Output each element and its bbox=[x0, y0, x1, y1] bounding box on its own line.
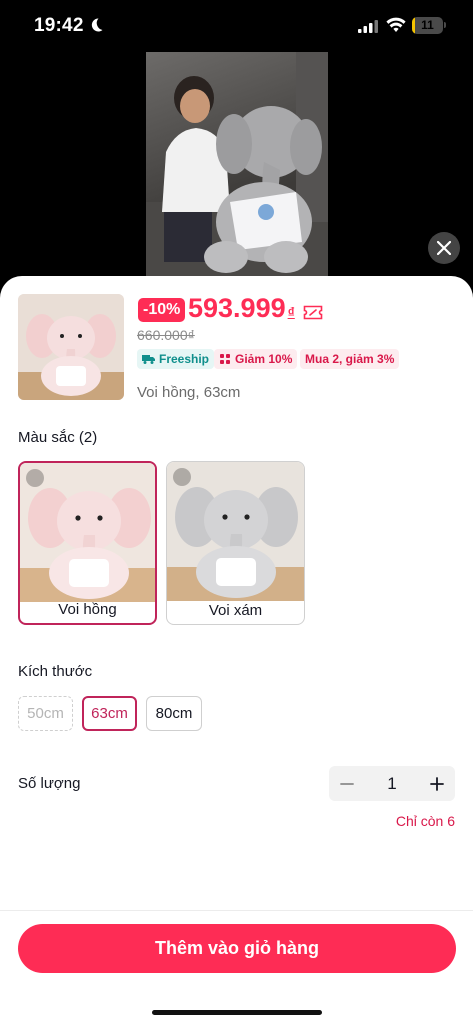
selected-variant-summary: Voi hồng, 63cm bbox=[137, 384, 241, 401]
wifi-icon bbox=[386, 17, 406, 32]
stock-remaining-note: Chỉ còn 6 bbox=[395, 813, 455, 829]
product-options-sheet: -10% 593.999 ₫ 660.000₫ Freeship Giảm 10%… bbox=[0, 276, 473, 1024]
battery-cap bbox=[444, 22, 446, 28]
pink-elephant-image bbox=[18, 294, 124, 400]
decrement-button[interactable] bbox=[329, 766, 365, 801]
product-thumbnail[interactable] bbox=[18, 294, 124, 400]
price-value: 593.999 bbox=[188, 293, 286, 323]
battery-percent: 11 bbox=[421, 18, 434, 32]
original-price: 660.000₫ bbox=[137, 327, 195, 343]
discount-badge: -10% bbox=[138, 298, 186, 322]
moon-icon bbox=[91, 18, 103, 32]
quantity-label: Số lượng bbox=[18, 775, 81, 792]
current-price: 593.999 ₫ bbox=[188, 293, 295, 324]
quantity-value[interactable]: 1 bbox=[365, 766, 419, 801]
plus-icon bbox=[430, 776, 444, 791]
size-option-50cm[interactable]: 50cm bbox=[18, 696, 73, 731]
discount-tag-label: Giảm 10% bbox=[235, 352, 293, 366]
quantity-stepper: 1 bbox=[329, 766, 455, 801]
size-section-label: Kích thước bbox=[18, 663, 93, 680]
battery-icon: 11 bbox=[412, 17, 443, 34]
price-currency: ₫ bbox=[287, 304, 295, 320]
freeship-label: Freeship bbox=[159, 352, 210, 366]
signal-icon bbox=[358, 20, 378, 33]
close-icon bbox=[437, 241, 451, 255]
color-option-label: Voi hồng bbox=[58, 601, 117, 618]
size-option-63cm[interactable]: 63cm bbox=[82, 696, 137, 731]
video-frame-image bbox=[146, 52, 328, 276]
combo-tag-label: Mua 2, giảm 3% bbox=[305, 352, 395, 366]
promo-icon bbox=[220, 354, 230, 364]
discount-tag: Giảm 10% bbox=[214, 349, 298, 369]
size-option-80cm[interactable]: 80cm bbox=[146, 696, 202, 731]
color-option-pink[interactable]: Voi hồng bbox=[18, 461, 157, 625]
freeship-tag: Freeship bbox=[137, 349, 215, 369]
voucher-icon[interactable] bbox=[303, 305, 323, 320]
expand-icon[interactable] bbox=[173, 468, 191, 486]
minus-icon bbox=[340, 782, 354, 785]
status-bar: 19:42 11 bbox=[0, 0, 473, 52]
divider bbox=[0, 910, 473, 911]
truck-icon bbox=[142, 355, 155, 364]
color-section-label: Màu sắc (2) bbox=[18, 429, 98, 446]
color-option-gray[interactable]: Voi xám bbox=[166, 461, 305, 625]
close-button[interactable] bbox=[428, 232, 460, 264]
status-time: 19:42 bbox=[34, 15, 84, 36]
increment-button[interactable] bbox=[419, 766, 455, 801]
combo-tag: Mua 2, giảm 3% bbox=[300, 349, 400, 369]
home-indicator bbox=[152, 1010, 322, 1015]
add-to-cart-button[interactable]: Thêm vào giỏ hàng bbox=[18, 924, 456, 973]
expand-icon[interactable] bbox=[26, 469, 44, 487]
product-video-preview[interactable] bbox=[146, 52, 328, 276]
color-option-label: Voi xám bbox=[208, 602, 263, 619]
